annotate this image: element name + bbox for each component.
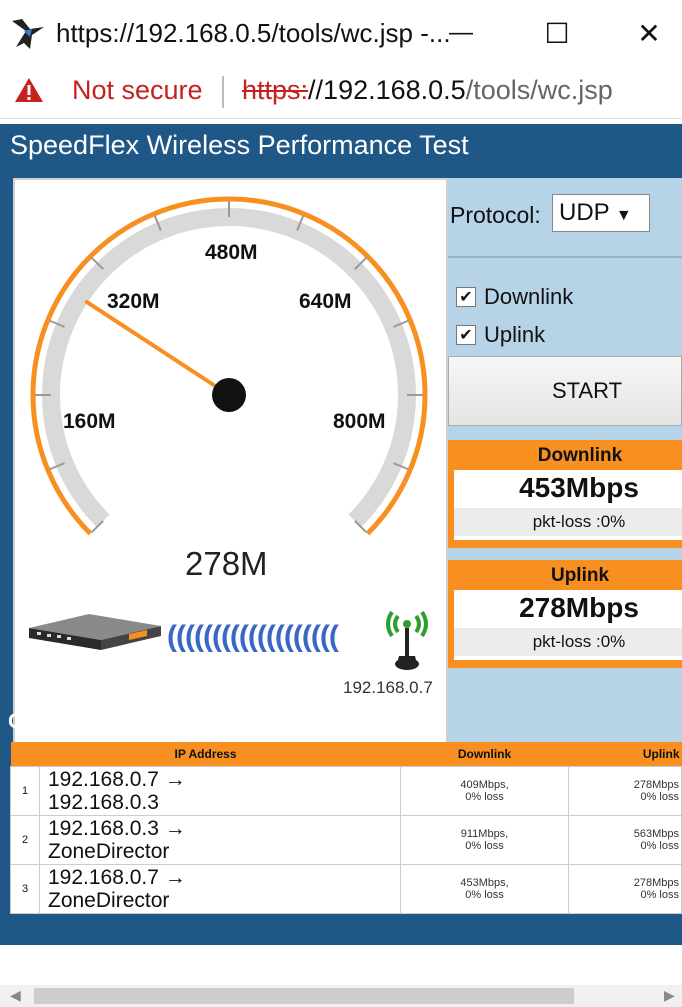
row-ip-source: 192.168.0.7 → — [48, 866, 186, 889]
maximize-icon[interactable]: ☐ — [530, 10, 584, 56]
table-row: 2 192.168.0.3 → ZoneDirector 911Mbps, 0% l… — [10, 815, 682, 865]
row-ip-source: 192.168.0.7 → — [48, 768, 186, 791]
row-ip-target: 192.168.0.3 — [48, 791, 159, 814]
gauge-tick-label: 160M — [63, 410, 116, 433]
row-uplink-rate: 563Mbps — [633, 828, 679, 840]
speedflex-app: SpeedFlex Wireless Performance Test 160M… — [0, 124, 682, 945]
address-separator — [222, 76, 224, 108]
row-downlink: 453Mbps, 0% loss — [400, 864, 569, 914]
column-header-uplink: Uplink — [568, 742, 682, 767]
address-bar[interactable]: Not secure https://192.168.0.5/tools/wc.… — [0, 66, 682, 119]
uplink-result: Uplink 278Mbps pkt-loss :0% — [448, 560, 682, 668]
antenna-icon — [386, 610, 428, 670]
gauge-needle — [84, 299, 231, 397]
row-ip-source: 192.168.0.3 → — [48, 817, 186, 840]
url-host: //192.168.0.5 — [308, 75, 466, 105]
url-scheme: https: — [242, 75, 309, 105]
gauge-value: 278M — [185, 545, 268, 582]
row-ip: 192.168.0.7 → 192.168.0.3 — [39, 766, 401, 816]
row-index: 3 — [10, 864, 40, 914]
row-downlink: 409Mbps, 0% loss — [400, 766, 569, 816]
row-ip: 192.168.0.7 → ZoneDirector — [39, 864, 401, 914]
row-downlink-rate: 911Mbps, — [460, 828, 509, 840]
row-uplink-loss: 0% loss — [640, 791, 679, 803]
column-header-downlink: Downlink — [400, 742, 569, 767]
row-uplink: 278Mbps 0% loss — [568, 766, 682, 816]
gauge-hub — [212, 378, 246, 412]
url-path: /tools/wc.jsp — [465, 75, 613, 105]
browser-title-bar: https://192.168.0.5/tools/wc.jsp -... — … — [0, 0, 682, 66]
uplink-checkbox[interactable]: ✔ — [456, 325, 476, 345]
uplink-result-title: Uplink — [550, 565, 610, 586]
horizontal-scrollbar[interactable]: ◀ ▶ — [0, 985, 682, 1007]
downlink-result: Downlink 453Mbps pkt-loss :0% — [448, 440, 682, 548]
gauge-tick-label: 640M — [299, 290, 352, 313]
scrollbar-thumb[interactable] — [34, 988, 574, 1004]
row-index: 1 — [10, 766, 40, 816]
uplink-result-box: 278Mbps pkt-loss :0% — [454, 590, 682, 660]
row-downlink-loss: 0% loss — [465, 840, 504, 852]
row-uplink-loss: 0% loss — [640, 889, 679, 901]
status-text: Complete! — [8, 710, 111, 733]
chevron-down-icon: ▼ — [615, 207, 632, 224]
column-header-ip: IP Address — [10, 742, 401, 767]
close-icon[interactable]: ✕ — [622, 10, 676, 56]
gauge-tick-label: 800M — [333, 410, 386, 433]
downlink-checkbox-row[interactable]: ✔ Downlink — [456, 284, 573, 310]
row-downlink-rate: 453Mbps, — [460, 877, 509, 889]
row-uplink-loss: 0% loss — [640, 840, 679, 852]
row-downlink-loss: 0% loss — [465, 791, 504, 803]
table-row: 3 192.168.0.7 → ZoneDirector 453Mbps, 0% l… — [10, 864, 682, 914]
row-uplink-rate: 278Mbps — [633, 877, 679, 889]
warning-icon — [15, 78, 43, 102]
uplink-checkbox-row[interactable]: ✔ Uplink — [456, 322, 545, 348]
url-text[interactable]: https://192.168.0.5/tools/wc.jsp — [242, 75, 613, 106]
row-downlink: 911Mbps, 0% loss — [400, 815, 569, 865]
check-icon: ✔ — [459, 289, 473, 306]
uplink-packet-loss: pkt-loss :0% — [454, 628, 682, 656]
protocol-label: Protocol: — [450, 202, 541, 228]
protocol-value: UDP — [559, 199, 610, 226]
results-table: IP Address Downlink Uplink 1 192.168.0.7… — [10, 742, 682, 914]
page-title: SpeedFlex Wireless Performance Test — [10, 130, 469, 160]
gauge-tick-label: 480M — [205, 241, 258, 264]
row-index: 2 — [10, 815, 40, 865]
downlink-packet-loss: pkt-loss :0% — [454, 508, 682, 536]
row-uplink: 563Mbps 0% loss — [568, 815, 682, 865]
app-icon — [12, 19, 44, 49]
downlink-result-value: 453Mbps — [519, 472, 639, 503]
wireless-signal-waves: ((((((((((((((((((( — [167, 620, 339, 653]
downlink-checkbox[interactable]: ✔ — [456, 287, 476, 307]
row-ip-target: ZoneDirector — [48, 889, 170, 912]
gauge-tick-label: 320M — [107, 290, 160, 313]
row-uplink: 278Mbps 0% loss — [568, 864, 682, 914]
divider — [448, 256, 682, 258]
row-ip-target: ZoneDirector — [48, 840, 170, 863]
client-ip: 192.168.0.7 — [343, 678, 433, 697]
downlink-result-title: Downlink — [537, 445, 623, 466]
router-icon — [29, 614, 161, 650]
scroll-right-icon[interactable]: ▶ — [664, 987, 675, 1004]
protocol-select[interactable]: UDP ▼ — [552, 194, 650, 232]
row-uplink-rate: 278Mbps — [633, 779, 679, 791]
scroll-left-icon[interactable]: ◀ — [10, 987, 21, 1004]
uplink-result-value: 278Mbps — [519, 592, 639, 623]
check-icon: ✔ — [459, 327, 473, 344]
minimize-icon[interactable]: — — [434, 10, 488, 56]
window-title: https://192.168.0.5/tools/wc.jsp -... — [56, 18, 451, 48]
downlink-checkbox-label: Downlink — [484, 284, 574, 309]
downlink-result-box: 453Mbps pkt-loss :0% — [454, 470, 682, 540]
table-row: 1 192.168.0.7 → 192.168.0.3 409Mbps, 0% lo… — [10, 766, 682, 816]
start-button[interactable]: START — [448, 356, 682, 426]
uplink-checkbox-label: Uplink — [484, 322, 546, 347]
security-label[interactable]: Not secure — [72, 75, 203, 106]
row-downlink-rate: 409Mbps, — [460, 779, 509, 791]
row-downlink-loss: 0% loss — [465, 889, 504, 901]
control-panel: Protocol: UDP ▼ ✔ Downlink ✔ Uplink STAR… — [448, 178, 682, 830]
row-ip: 192.168.0.3 → ZoneDirector — [39, 815, 401, 865]
